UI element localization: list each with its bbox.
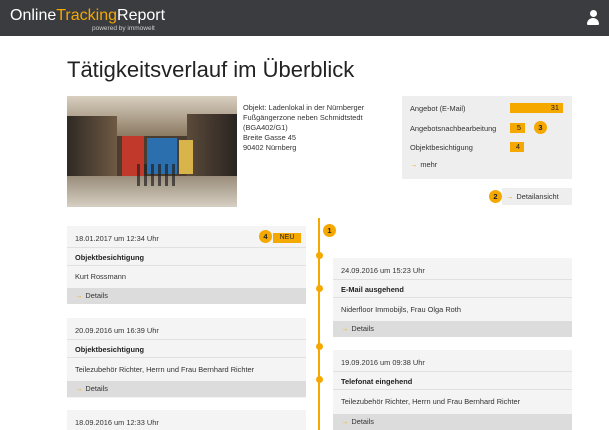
more-link-label: mehr bbox=[420, 160, 438, 169]
step-badge-1: 1 bbox=[323, 224, 336, 237]
card-date: 18.09.2016 um 12:33 Uhr bbox=[75, 418, 159, 427]
timeline-card-right-1[interactable]: 24.09.2016 um 15:23 Uhr E-Mail ausgehend… bbox=[333, 258, 572, 337]
timeline-card-left-2[interactable]: 20.09.2016 um 16:39 Uhr Objektbesichtigu… bbox=[67, 318, 306, 398]
card-person: Kurt Rossmann bbox=[75, 272, 126, 281]
timeline-dot bbox=[316, 376, 323, 383]
card-date: 18.01.2017 um 12:34 Uhr bbox=[75, 234, 159, 243]
card-details-label: Details bbox=[351, 324, 374, 333]
timeline-dot bbox=[316, 285, 323, 292]
card-date: 19.09.2016 um 09:38 Uhr bbox=[341, 358, 425, 367]
activity-stats-box: Angebot (E-Mail) 31 Angebotsnachbearbeit… bbox=[402, 96, 572, 179]
stat-bar-email-offer: 31 bbox=[510, 103, 563, 113]
card-title: Telefonat eingehend bbox=[341, 377, 413, 386]
arrow-right-icon: → bbox=[506, 192, 514, 201]
property-address: Objekt: Ladenlokal in der Nürnberger Fuß… bbox=[243, 103, 364, 153]
timeline-axis bbox=[318, 218, 320, 430]
timeline-card-right-2[interactable]: 19.09.2016 um 09:38 Uhr Telefonat eingeh… bbox=[333, 350, 572, 430]
detail-view-button[interactable]: → Detailansicht bbox=[502, 188, 572, 205]
arrow-right-icon: → bbox=[410, 160, 418, 169]
step-badge-4: 4 bbox=[259, 230, 272, 243]
card-person: Teilezubehör Richter, Herrn und Frau Ber… bbox=[341, 397, 521, 406]
step-badge-2: 2 bbox=[489, 190, 502, 203]
stat-bar-offer-followup: 5 bbox=[510, 123, 525, 133]
arrow-right-icon: → bbox=[75, 384, 83, 393]
logo-text-online: Online bbox=[10, 7, 57, 24]
new-tag: NEU bbox=[273, 233, 301, 243]
top-navigation-bar: OnlineTrackingReport powered by immowelt bbox=[0, 0, 609, 36]
card-details-link[interactable]: → Details bbox=[333, 321, 572, 337]
stat-label-viewing: Objektbesichtigung bbox=[410, 143, 473, 152]
timeline-card-left-3[interactable]: 18.09.2016 um 12:33 Uhr bbox=[67, 410, 306, 430]
user-icon-head bbox=[590, 10, 597, 17]
arrow-right-icon: → bbox=[341, 324, 349, 333]
card-details-label: Details bbox=[85, 384, 108, 393]
arrow-right-icon: → bbox=[75, 291, 83, 300]
address-line: Fußgängerzone neben Schmidtstedt bbox=[243, 113, 363, 122]
address-line: (BGA402/G1) bbox=[243, 123, 288, 132]
logo-text-tracking: Tracking bbox=[56, 7, 118, 24]
card-details-label: Details bbox=[351, 417, 374, 426]
card-title: Objektbesichtigung bbox=[75, 345, 144, 354]
card-person: Niderfloor Immobijls, Frau Olga Roth bbox=[341, 305, 461, 314]
detail-view-label: Detailansicht bbox=[516, 192, 559, 201]
address-line: Breite Gasse 45 bbox=[243, 133, 296, 142]
address-line: Objekt: Ladenlokal in der Nürnberger bbox=[243, 103, 365, 112]
stat-bar-viewing: 4 bbox=[510, 142, 524, 152]
arrow-right-icon: → bbox=[341, 417, 349, 426]
more-link[interactable]: → mehr bbox=[410, 160, 437, 169]
card-date: 20.09.2016 um 16:39 Uhr bbox=[75, 326, 159, 335]
card-details-link[interactable]: → Details bbox=[333, 414, 572, 430]
app-logo[interactable]: OnlineTrackingReport bbox=[10, 7, 165, 25]
stat-label-offer-followup: Angebotsnachbearbeitung bbox=[410, 124, 497, 133]
card-details-link[interactable]: → Details bbox=[67, 381, 306, 397]
card-title: E-Mail ausgehend bbox=[341, 285, 404, 294]
user-icon[interactable] bbox=[587, 10, 599, 26]
card-details-label: Details bbox=[85, 291, 108, 300]
timeline-dot bbox=[316, 343, 323, 350]
card-date: 24.09.2016 um 15:23 Uhr bbox=[341, 266, 425, 275]
card-details-link[interactable]: → Details bbox=[67, 288, 306, 304]
stat-label-email-offer: Angebot (E-Mail) bbox=[410, 104, 466, 113]
logo-text-report: Report bbox=[117, 7, 166, 24]
step-badge-3: 3 bbox=[534, 121, 547, 134]
address-line: 90402 Nürnberg bbox=[243, 143, 297, 152]
logo-subtitle: powered by immowelt bbox=[92, 25, 155, 32]
card-person: Teilezubehör Richter, Herrn und Frau Ber… bbox=[75, 365, 255, 374]
user-icon-body bbox=[587, 18, 599, 25]
card-title: Objektbesichtigung bbox=[75, 253, 144, 262]
timeline-dot bbox=[316, 252, 323, 259]
page-title: Tätigkeitsverlauf im Überblick bbox=[67, 57, 355, 82]
property-photo bbox=[67, 96, 237, 207]
